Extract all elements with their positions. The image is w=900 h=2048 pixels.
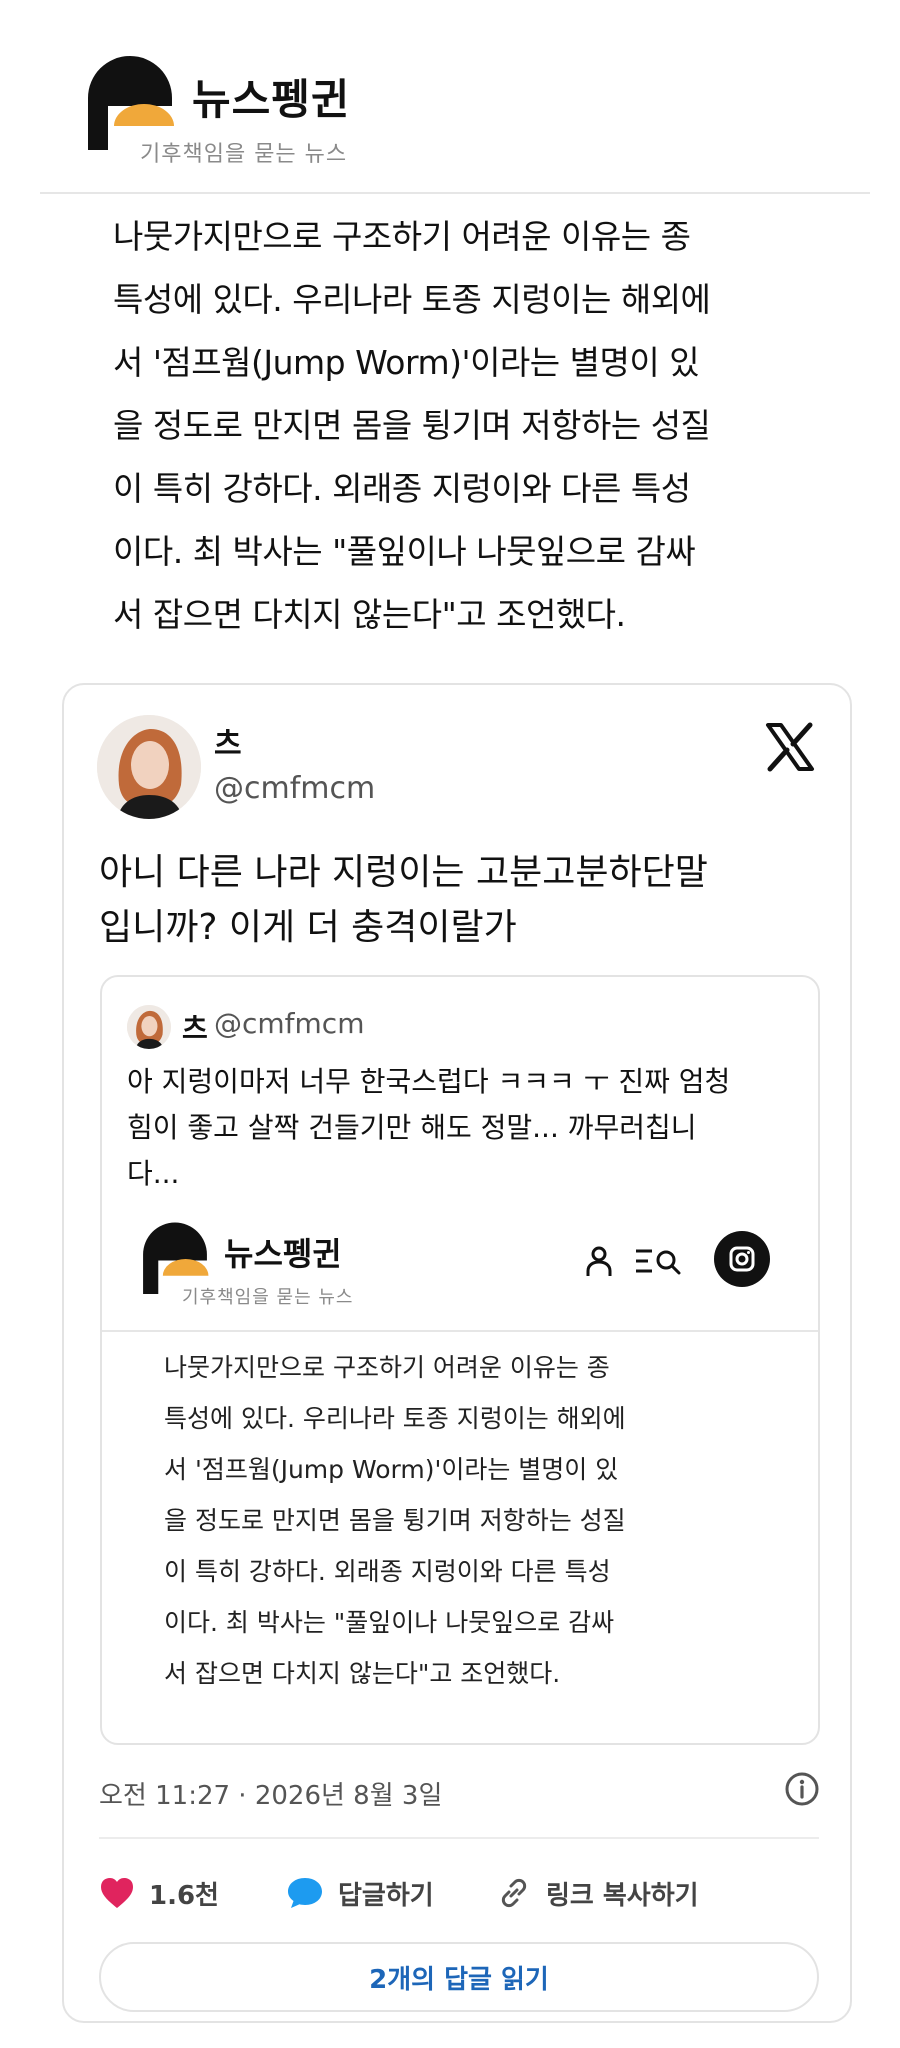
link-icon	[501, 1878, 527, 1908]
embed-text-line: 을 정도로 만지면 몸을 튕기며 저항하는 성질	[164, 1506, 626, 1535]
article-line: 서 '점프웜(Jump Worm)'이라는 별명이 있	[113, 343, 700, 382]
info-icon[interactable]	[784, 1771, 820, 1807]
embed-text-line: 서 잡으면 다치지 않는다"고 조언했다.	[164, 1659, 561, 1688]
tweet-timestamp[interactable]: 오전 11:27 · 2026년 8월 3일	[99, 1775, 442, 1812]
instagram-icon	[714, 1231, 770, 1287]
reply-label: 답글하기	[338, 1880, 434, 1911]
quote-text-line: 아 지렁이마저 너무 한국스럽다 ㅋㅋㅋ ㅜ 진짜 엄청	[127, 1065, 731, 1098]
like-count: 1.6천	[149, 1880, 219, 1911]
quote-avatar	[127, 1005, 171, 1049]
reply-button[interactable]: 답글하기	[286, 1873, 434, 1913]
quote-text: 아 지렁이마저 너무 한국스럽다 ㅋㅋㅋ ㅜ 진짜 엄청 힘이 좋고 살짝 건들…	[127, 1059, 807, 1197]
person-icon	[586, 1246, 612, 1276]
embed-text-line: 특성에 있다. 우리나라 토종 지렁이는 해외에	[164, 1404, 626, 1433]
embed-text-line: 나뭇가지만으로 구조하기 어려운 이유는 종	[164, 1353, 610, 1382]
embed-brand-name: 뉴스펭귄	[224, 1235, 342, 1273]
author-name[interactable]: 츠	[214, 719, 242, 763]
article-line: 을 정도로 만지면 몸을 튕기며 저항하는 성질	[113, 406, 711, 445]
article-line: 이 특히 강하다. 외래종 지렁이와 다른 특성	[113, 469, 691, 508]
site-header: 뉴스펭귄 기후책임을 묻는 뉴스	[40, 44, 870, 194]
quote-text-line: 다...	[127, 1157, 180, 1190]
author-handle[interactable]: @cmfmcm	[214, 771, 375, 806]
quote-author-handle: @cmfmcm	[214, 1007, 365, 1040]
menu-search-icon	[636, 1249, 681, 1275]
quoted-tweet[interactable]: 츠 @cmfmcm 아 지렁이마저 너무 한국스럽다 ㅋㅋㅋ ㅜ 진짜 엄청 힘…	[100, 975, 820, 1745]
speech-bubble-icon	[288, 1878, 322, 1908]
divider	[99, 1837, 819, 1839]
quote-text-line: 힘이 좋고 살짝 건들기만 해도 정말... 까무러칩니	[127, 1111, 697, 1144]
heart-icon	[101, 1878, 133, 1908]
brand-tagline: 기후책임을 묻는 뉴스	[140, 142, 348, 167]
article-line: 나뭇가지만으로 구조하기 어려운 이유는 종	[113, 217, 691, 256]
embed-text-line: 이 특히 강하다. 외래종 지렁이와 다른 특성	[164, 1557, 611, 1586]
tweet-text-line: 아니 다른 나라 지렁이는 고분고분하단말	[99, 852, 708, 893]
article-line: 서 잡으면 다치지 않는다"고 조언했다.	[113, 595, 626, 634]
embedded-screenshot-header: 뉴스펭귄 기후책임을 묻는 뉴스	[102, 1207, 818, 1332]
article-paragraph: 나뭇가지만으로 구조하기 어려운 이유는 종 특성에 있다. 우리나라 토종 지…	[113, 205, 813, 646]
tweet-text-line: 입니까? 이게 더 충격이랄가	[99, 907, 517, 948]
embed-text-line: 이다. 최 박사는 "풀잎이나 나뭇잎으로 감싸	[164, 1608, 615, 1637]
embedded-screenshot-text: 나뭇가지만으로 구조하기 어려운 이유는 종 특성에 있다. 우리나라 토종 지…	[164, 1342, 784, 1699]
like-button[interactable]: 1.6천	[99, 1873, 219, 1913]
copy-link-label: 링크 복사하기	[546, 1880, 699, 1911]
tweet-card: 츠 @cmfmcm 아니 다른 나라 지렁이는 고분고분하단말 입니까? 이게 …	[62, 683, 852, 2023]
brand-name[interactable]: 뉴스펭귄	[192, 66, 351, 127]
avatar[interactable]	[97, 715, 201, 819]
copy-link-button[interactable]: 링크 복사하기	[496, 1873, 699, 1913]
article-line: 특성에 있다. 우리나라 토종 지렁이는 해외에	[113, 280, 711, 319]
embed-brand-tagline: 기후책임을 묻는 뉴스	[182, 1287, 354, 1308]
read-replies-button[interactable]: 2개의 답글 읽기	[99, 1942, 819, 2012]
quote-author-name: 츠	[182, 1012, 208, 1045]
article-line: 이다. 최 박사는 "풀잎이나 나뭇잎으로 감싸	[113, 532, 696, 571]
embed-text-line: 서 '점프웜(Jump Worm)'이라는 별명이 있	[164, 1455, 619, 1484]
tweet-text: 아니 다른 나라 지렁이는 고분고분하단말 입니까? 이게 더 충격이랄가	[99, 845, 829, 955]
x-logo-icon[interactable]	[764, 721, 816, 773]
